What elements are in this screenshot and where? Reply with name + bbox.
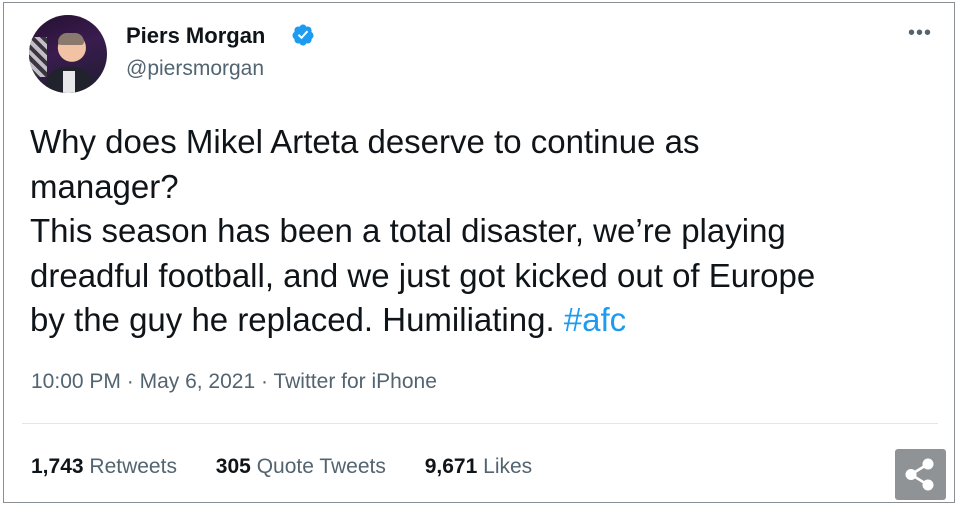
avatar-shirt (63, 71, 75, 93)
retweets-stat[interactable]: 1,743 Retweets (31, 455, 177, 478)
retweets-label: Retweets (89, 455, 177, 478)
divider (22, 423, 938, 424)
hashtag-link[interactable]: #afc (564, 301, 626, 338)
tweet-time[interactable]: 10:00 PM (31, 370, 121, 393)
quote-tweets-label: Quote Tweets (256, 455, 386, 478)
tweet-source[interactable]: Twitter for iPhone (273, 370, 436, 393)
tweet-meta: 10:00 PM · May 6, 2021 · Twitter for iPh… (31, 368, 437, 396)
verified-badge-icon (292, 24, 314, 46)
author-handle[interactable]: @piersmorgan (126, 55, 264, 83)
more-options-icon[interactable]: ••• (904, 23, 936, 48)
tweet-stats: 1,743 Retweets 305 Quote Tweets 9,671 Li… (31, 453, 565, 481)
tweet-text-line: manager? (30, 167, 179, 205)
likes-stat[interactable]: 9,671 Likes (425, 455, 532, 478)
avatar[interactable] (29, 15, 107, 93)
author-display-name[interactable]: Piers Morgan (126, 22, 265, 50)
tweet-text-segment: by the guy he replaced. Humiliating. (30, 301, 555, 338)
tweet-text-line: Why does Mikel Arteta deserve to continu… (30, 123, 700, 160)
likes-label: Likes (483, 455, 533, 478)
tweet-text: Why does Mikel Arteta deserve to continu… (30, 120, 930, 343)
tweet-date[interactable]: May 6, 2021 (140, 370, 256, 393)
likes-count: 9,671 (424, 455, 478, 478)
avatar-hair (58, 33, 84, 45)
retweets-count: 1,743 (31, 455, 84, 478)
tweet-text-line: dreadful football, and we just got kicke… (30, 256, 816, 294)
share-button[interactable] (895, 449, 946, 500)
quote-tweets-stat[interactable]: 305 Quote Tweets (216, 455, 386, 478)
quote-tweets-count: 305 (215, 455, 251, 478)
tweet-text-line-last: by the guy he replaced. Humiliating. #af… (30, 298, 930, 343)
share-icon (905, 458, 934, 491)
meta-separator: · (126, 370, 134, 393)
avatar-background-pattern (29, 37, 47, 77)
tweet-text-line: This season has been a total disaster, w… (30, 212, 786, 249)
meta-separator: · (261, 370, 268, 393)
